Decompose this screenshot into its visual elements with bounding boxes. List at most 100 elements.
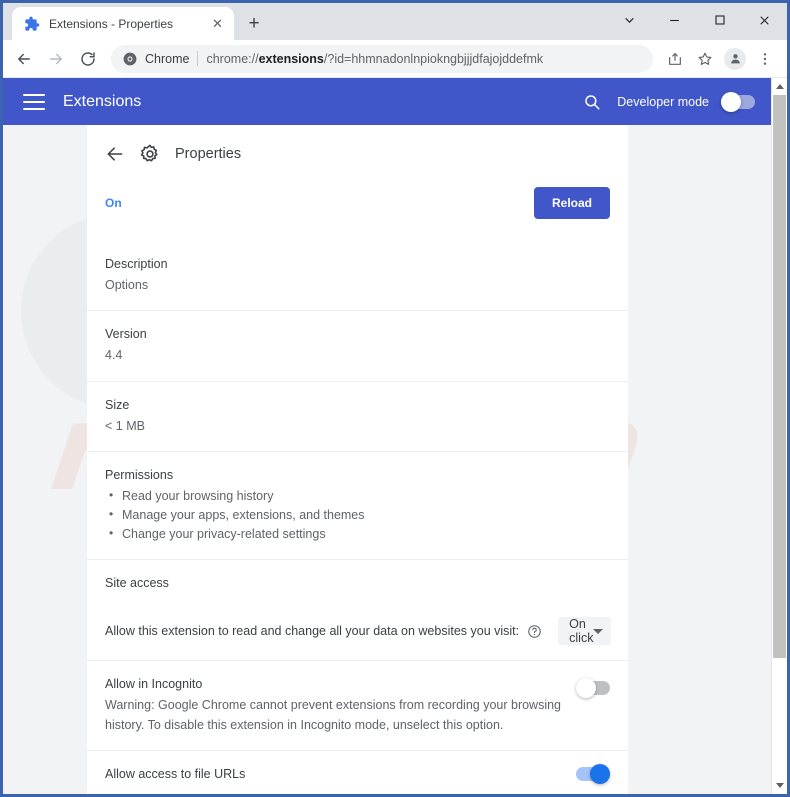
page-scrollbar[interactable]	[771, 78, 787, 794]
extensions-page: Extensions Developer mode PC risk.com	[3, 78, 771, 794]
tab-search-button[interactable]	[607, 3, 652, 37]
site-access-label: Site access	[105, 576, 169, 591]
minimize-button[interactable]	[652, 3, 697, 37]
chrome-icon	[123, 52, 137, 65]
chevron-down-icon	[625, 17, 634, 23]
list-item: Change your privacy-related settings	[105, 524, 610, 544]
omnibox-url: chrome://extensions/?id=hhmnadonlnpiokng…	[206, 52, 543, 66]
minimize-icon	[670, 19, 679, 21]
permissions-label: Permissions	[105, 468, 174, 483]
maximize-icon	[714, 15, 725, 25]
reload-page-button[interactable]	[73, 44, 103, 74]
bookmark-button[interactable]	[691, 45, 719, 73]
site-access-section: Site access Allow this extension to read…	[87, 560, 628, 662]
file-urls-section: Allow access to file URLs	[87, 751, 628, 794]
incognito-row: Allow in Incognito Warning: Google Chrom…	[105, 677, 610, 735]
three-dot-menu-icon	[763, 52, 767, 65]
reload-icon	[81, 51, 95, 66]
arrow-left-icon	[18, 53, 30, 64]
size-value: < 1 MB	[105, 418, 145, 433]
address-bar[interactable]: Chrome chrome://extensions/?id=hhmnadonl…	[111, 44, 653, 73]
help-icon-glyph	[528, 624, 541, 638]
file-urls-toggle-wrap	[576, 764, 610, 785]
description-value: Options	[105, 278, 149, 292]
version-section: Version 4.4	[87, 311, 628, 382]
arrow-right-icon	[50, 53, 62, 64]
toggle-knob	[576, 678, 596, 699]
scrollbar-up-button[interactable]	[772, 78, 788, 95]
person-icon	[730, 54, 740, 64]
developer-mode-label: Developer mode	[617, 94, 709, 109]
profile-button[interactable]	[721, 45, 749, 73]
scrollbar-thumb[interactable]	[773, 95, 786, 658]
reload-button[interactable]: Reload	[533, 187, 610, 219]
star-icon	[698, 52, 712, 65]
site-access-dropdown[interactable]: On click	[558, 617, 612, 646]
url-suffix: /?id=hhmnadonlnpiokngbjjjdfajojddefmk	[323, 51, 544, 66]
page-area: Extensions Developer mode PC risk.com	[3, 78, 787, 794]
page-scroll-body: PC risk.com	[3, 125, 771, 794]
extensions-header: Extensions Developer mode	[3, 78, 771, 125]
toggle-knob	[590, 764, 610, 785]
site-access-question: Allow this extension to read and change …	[105, 624, 520, 639]
scrollbar-down-button[interactable]	[772, 777, 788, 794]
extensions-title: Extensions	[63, 92, 142, 110]
properties-card: Properties On Reload Description Options	[87, 125, 628, 794]
browser-tab[interactable]: Extensions - Properties ✕	[12, 7, 234, 40]
toggle-knob	[721, 91, 741, 112]
browser-menu-button[interactable]	[751, 45, 779, 73]
back-arrow-icon	[107, 147, 123, 161]
hamburger-icon[interactable]	[23, 93, 45, 110]
incognito-toggle[interactable]	[576, 678, 610, 699]
chevron-down-icon	[593, 628, 604, 634]
puzzle-piece-icon	[25, 16, 40, 31]
maximize-button[interactable]	[697, 3, 742, 37]
help-circle-icon[interactable]	[527, 624, 542, 639]
status-row: On Reload	[87, 179, 628, 241]
status-badge: On	[105, 196, 122, 210]
version-value: 4.4	[105, 348, 123, 363]
description-label: Description	[105, 257, 168, 271]
tab-close-icon[interactable]: ✕	[209, 15, 226, 32]
properties-header: Properties	[87, 125, 628, 179]
version-label: Version	[105, 327, 147, 342]
back-arrow-button[interactable]	[105, 144, 125, 164]
permissions-list: Read your browsing history Manage your a…	[105, 486, 610, 544]
share-button[interactable]	[661, 45, 689, 73]
tab-strip: Extensions - Properties ✕ +	[3, 3, 787, 40]
omnibox-divider	[197, 51, 199, 66]
incognito-warning: Warning: Google Chrome cannot prevent ex…	[105, 698, 562, 732]
file-urls-row: Allow access to file URLs	[105, 764, 610, 785]
gear-icon	[140, 144, 158, 162]
file-urls-toggle[interactable]	[576, 764, 610, 785]
new-tab-button[interactable]: +	[240, 9, 268, 37]
tab-title: Extensions - Properties	[49, 16, 174, 31]
avatar	[724, 47, 746, 70]
permissions-section: Permissions Read your browsing history M…	[87, 452, 628, 561]
browser-window: Extensions - Properties ✕ + Chrome chrom…	[0, 0, 790, 797]
page-title: Properties	[175, 146, 242, 162]
search-icon	[585, 94, 600, 109]
incognito-section: Allow in Incognito Warning: Google Chrom…	[87, 661, 628, 752]
back-button[interactable]	[9, 44, 39, 74]
triangle-down-icon	[775, 783, 784, 788]
incognito-toggle-wrap	[576, 678, 610, 699]
url-bold-segment: extensions	[258, 51, 324, 66]
close-button[interactable]	[742, 3, 787, 37]
size-section: Size < 1 MB	[87, 382, 628, 453]
site-access-row: Allow this extension to read and change …	[105, 595, 612, 646]
forward-button[interactable]	[41, 44, 71, 74]
window-controls	[607, 3, 787, 37]
triangle-up-icon	[775, 84, 784, 89]
size-label: Size	[105, 397, 130, 412]
close-icon	[760, 15, 769, 25]
search-button[interactable]	[583, 93, 601, 111]
url-prefix: chrome://	[206, 51, 259, 66]
scrollbar-track[interactable]	[772, 95, 787, 777]
developer-mode-toggle[interactable]	[721, 91, 755, 112]
omnibox-scheme-label: Chrome	[145, 51, 190, 66]
browser-toolbar: Chrome chrome://extensions/?id=hhmnadonl…	[3, 40, 787, 78]
extension-gear-icon	[139, 143, 161, 165]
list-item: Read your browsing history	[105, 486, 610, 506]
description-section: Description Options	[87, 241, 628, 312]
